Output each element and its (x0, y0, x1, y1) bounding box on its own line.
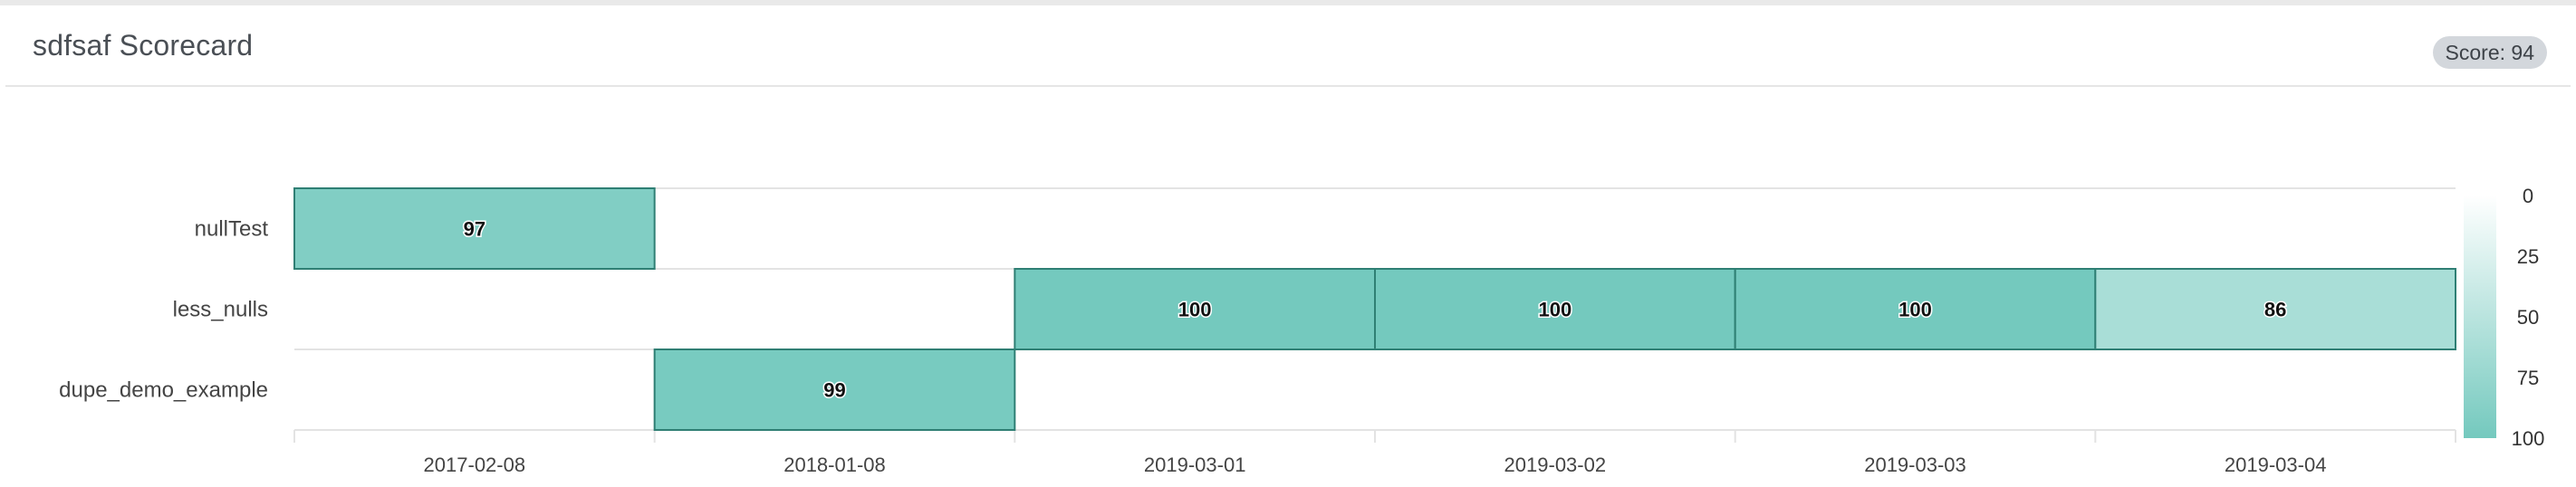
cell-value-label: 100 (1538, 299, 1572, 321)
cell-value-label: 100 (1898, 299, 1932, 321)
x-tick-label: 2018-01-08 (783, 454, 886, 476)
x-tick-label: 2019-03-01 (1144, 454, 1246, 476)
x-tick-label: 2019-03-02 (1504, 454, 1607, 476)
color-scale-tick-label: 50 (2517, 306, 2539, 329)
color-scale-tick-label: 25 (2517, 245, 2539, 268)
color-scale-bar (2464, 196, 2496, 438)
y-tick-label: dupe_demo_example (59, 378, 268, 403)
x-tick-label: 2017-02-08 (424, 454, 526, 476)
y-tick-label: nullTest (195, 217, 269, 242)
color-scale-tick-label: 75 (2517, 367, 2539, 389)
y-tick-label: less_nulls (173, 298, 268, 322)
x-axis-labels: 2017-02-08 2018-01-08 2019-03-01 2019-03-02… (424, 454, 2327, 476)
cell-value-label: 97 (464, 218, 485, 241)
heatmap-cells: 97 100 100 100 86 99 (293, 187, 2456, 431)
color-scale-tick-label: 100 (2512, 427, 2545, 450)
x-tick-label: 2019-03-04 (2225, 454, 2327, 476)
color-scale-tick-label: 0 (2523, 185, 2533, 207)
color-scale-legend: 0 25 50 75 100 (2464, 185, 2544, 450)
y-axis-labels: nullTest less_nulls dupe_demo_example (59, 217, 268, 403)
cell-value-label: 100 (1178, 299, 1212, 321)
scorecard-heatmap: 97 100 100 100 86 99 nullTest less_nulls dupe_d… (59, 185, 2544, 476)
cell-value-label: 99 (823, 379, 845, 402)
x-tick-label: 2019-03-03 (1864, 454, 1966, 476)
cell-value-label: 86 (2264, 299, 2286, 321)
